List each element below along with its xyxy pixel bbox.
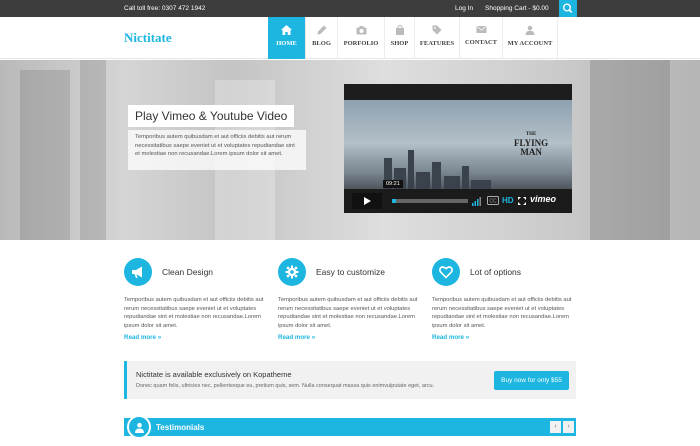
home-icon bbox=[281, 25, 292, 35]
feature-title: Clean Design bbox=[162, 267, 214, 277]
feature-title: Lot of options bbox=[470, 267, 522, 277]
read-more-link[interactable]: Read more » bbox=[278, 334, 315, 341]
film-title-line-3: MAN bbox=[520, 147, 542, 157]
film-title: THE FLYING MAN bbox=[514, 130, 548, 157]
feature-icon-circle bbox=[124, 258, 152, 286]
nav-portfolio[interactable]: PORFOLIO bbox=[337, 17, 384, 59]
users-icon bbox=[135, 422, 144, 433]
promo-banner: Nictitate is available exclusively on Ko… bbox=[124, 361, 576, 399]
read-more-link[interactable]: Read more » bbox=[124, 334, 161, 341]
progress-bar[interactable] bbox=[392, 199, 468, 203]
nav-portfolio-label: PORFOLIO bbox=[343, 40, 379, 47]
feature-text: Temporibus autem quibusdam et aut offici… bbox=[432, 297, 572, 329]
testimonials-prev-button[interactable]: ‹ bbox=[550, 421, 561, 433]
testimonials-title: Testimonials bbox=[156, 423, 205, 432]
nav-blog-label: BLOG bbox=[312, 40, 331, 47]
nav-my-account-label: MY ACCOUNT bbox=[507, 40, 553, 47]
background-building bbox=[80, 60, 106, 240]
testimonials-bar: Testimonials ‹ › bbox=[124, 415, 576, 439]
bag-icon bbox=[395, 25, 404, 35]
hero-section: Play Vimeo & Youtube Video Temporibus au… bbox=[0, 60, 700, 240]
search-icon bbox=[562, 3, 573, 13]
user-icon bbox=[525, 25, 535, 35]
background-building bbox=[20, 70, 70, 240]
nav-blog[interactable]: BLOG bbox=[305, 17, 337, 59]
nav-my-account[interactable]: MY ACCOUNT bbox=[502, 17, 558, 59]
nav-features-label: FEATURES bbox=[419, 40, 455, 47]
site-header: Nictitate HOME BLOG PORFOLIO SHOP FEATUR… bbox=[0, 17, 700, 59]
promo-title: Nictitate is available exclusively on Ko… bbox=[136, 370, 292, 379]
shopping-cart-link[interactable]: Shopping Cart - $0.00 bbox=[485, 5, 549, 12]
search-button[interactable] bbox=[559, 0, 577, 17]
vimeo-logo[interactable]: vimeo bbox=[530, 194, 556, 204]
top-bar: Call toll free: 0307 472 1942 Log In Sho… bbox=[0, 0, 700, 17]
feature-icon-circle bbox=[432, 258, 460, 286]
volume-icon[interactable] bbox=[472, 195, 484, 207]
nav-contact-label: CONTACT bbox=[464, 39, 498, 46]
play-button[interactable] bbox=[352, 193, 382, 209]
video-controls: 09:21 CC HD vimeo bbox=[344, 180, 572, 213]
read-more-link[interactable]: Read more » bbox=[432, 334, 469, 341]
hero-text: Temporibus autem quibusdam et aut offici… bbox=[128, 130, 306, 170]
heart-icon bbox=[439, 266, 453, 279]
pencil-icon bbox=[317, 25, 326, 35]
promo-text: Donec quam felis, ultricies nec, pellent… bbox=[136, 383, 435, 389]
nav-shop[interactable]: SHOP bbox=[384, 17, 414, 59]
hero-title: Play Vimeo & Youtube Video bbox=[128, 105, 295, 127]
nav-contact[interactable]: CONTACT bbox=[459, 17, 502, 59]
phone-number: Call toll free: 0307 472 1942 bbox=[124, 5, 206, 12]
progress-fill bbox=[392, 199, 396, 203]
nav-home[interactable]: HOME bbox=[268, 17, 305, 59]
nav-features[interactable]: FEATURES bbox=[414, 17, 459, 59]
hd-badge[interactable]: HD bbox=[502, 196, 514, 205]
video-time: 09:21 bbox=[383, 180, 403, 188]
video-player[interactable]: THE FLYING MAN 09:21 CC HD vimeo bbox=[344, 84, 572, 213]
login-link[interactable]: Log In bbox=[455, 5, 473, 12]
svg-text:CC: CC bbox=[489, 199, 497, 205]
nav-shop-label: SHOP bbox=[390, 40, 409, 47]
feature-icon-circle bbox=[278, 258, 306, 286]
tag-icon bbox=[432, 25, 442, 35]
megaphone-icon bbox=[132, 266, 142, 278]
background-building bbox=[590, 60, 670, 240]
testimonials-next-button[interactable]: › bbox=[563, 421, 574, 433]
feature-title: Easy to customize bbox=[316, 267, 385, 277]
nav-home-label: HOME bbox=[276, 40, 297, 47]
captions-icon[interactable]: CC bbox=[487, 196, 499, 205]
feature-text: Temporibus autem quibusdam et aut offici… bbox=[124, 297, 264, 329]
fullscreen-icon[interactable] bbox=[518, 197, 526, 205]
site-logo[interactable]: Nictitate bbox=[124, 30, 172, 46]
testimonials-icon-circle bbox=[127, 415, 151, 439]
camera-icon bbox=[356, 26, 366, 35]
gear-icon bbox=[285, 265, 299, 279]
main-nav: HOME BLOG PORFOLIO SHOP FEATURES CONTACT… bbox=[268, 17, 558, 59]
features-section: Clean Design Temporibus autem quibusdam … bbox=[124, 258, 576, 348]
play-icon bbox=[364, 197, 371, 205]
envelope-icon bbox=[475, 25, 487, 33]
buy-now-button[interactable]: Buy now for only $55 bbox=[494, 371, 569, 390]
feature-text: Temporibus autem quibusdam et aut offici… bbox=[278, 297, 418, 329]
